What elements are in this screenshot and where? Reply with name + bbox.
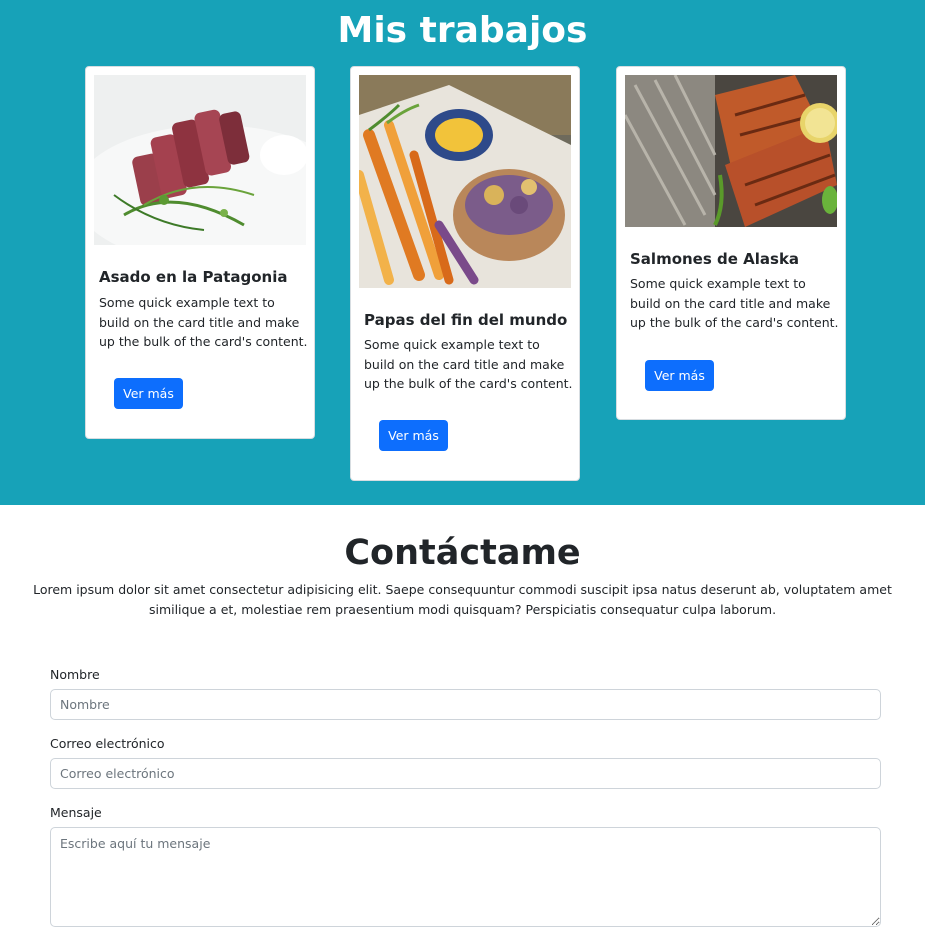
work-card: Salmones de Alaska Some quick example te… bbox=[616, 66, 846, 420]
ver-mas-button[interactable]: Ver más bbox=[379, 420, 448, 451]
works-title: Mis trabajos bbox=[337, 10, 588, 51]
name-input[interactable] bbox=[50, 689, 881, 720]
card-image-salmon bbox=[625, 75, 837, 227]
card-title: Asado en la Patagonia bbox=[99, 268, 288, 286]
email-label: Correo electrónico bbox=[50, 736, 165, 751]
card-text: Some quick example text to build on the … bbox=[364, 337, 573, 391]
card-image-papas bbox=[359, 75, 571, 288]
contact-description: Lorem ipsum dolor sit amet consectetur a… bbox=[33, 582, 892, 617]
contact-title: Contáctame bbox=[344, 533, 581, 573]
card-title: Salmones de Alaska bbox=[630, 250, 800, 268]
email-input[interactable] bbox=[50, 758, 881, 789]
card-text: Some quick example text to build on the … bbox=[99, 295, 308, 349]
work-card: Papas del fin del mundo Some quick examp… bbox=[350, 66, 580, 481]
message-textarea[interactable] bbox=[50, 827, 881, 927]
name-label: Nombre bbox=[50, 667, 100, 682]
ver-mas-button[interactable]: Ver más bbox=[645, 360, 714, 391]
card-image-asado bbox=[94, 75, 306, 245]
card-text: Some quick example text to build on the … bbox=[630, 276, 839, 330]
work-card: Asado en la Patagonia Some quick example… bbox=[85, 66, 315, 439]
works-section: Mis trabajos Asado en la Patagonia Some … bbox=[0, 0, 925, 505]
ver-mas-button[interactable]: Ver más bbox=[114, 378, 183, 409]
message-label: Mensaje bbox=[50, 805, 102, 820]
card-title: Papas del fin del mundo bbox=[364, 311, 568, 329]
